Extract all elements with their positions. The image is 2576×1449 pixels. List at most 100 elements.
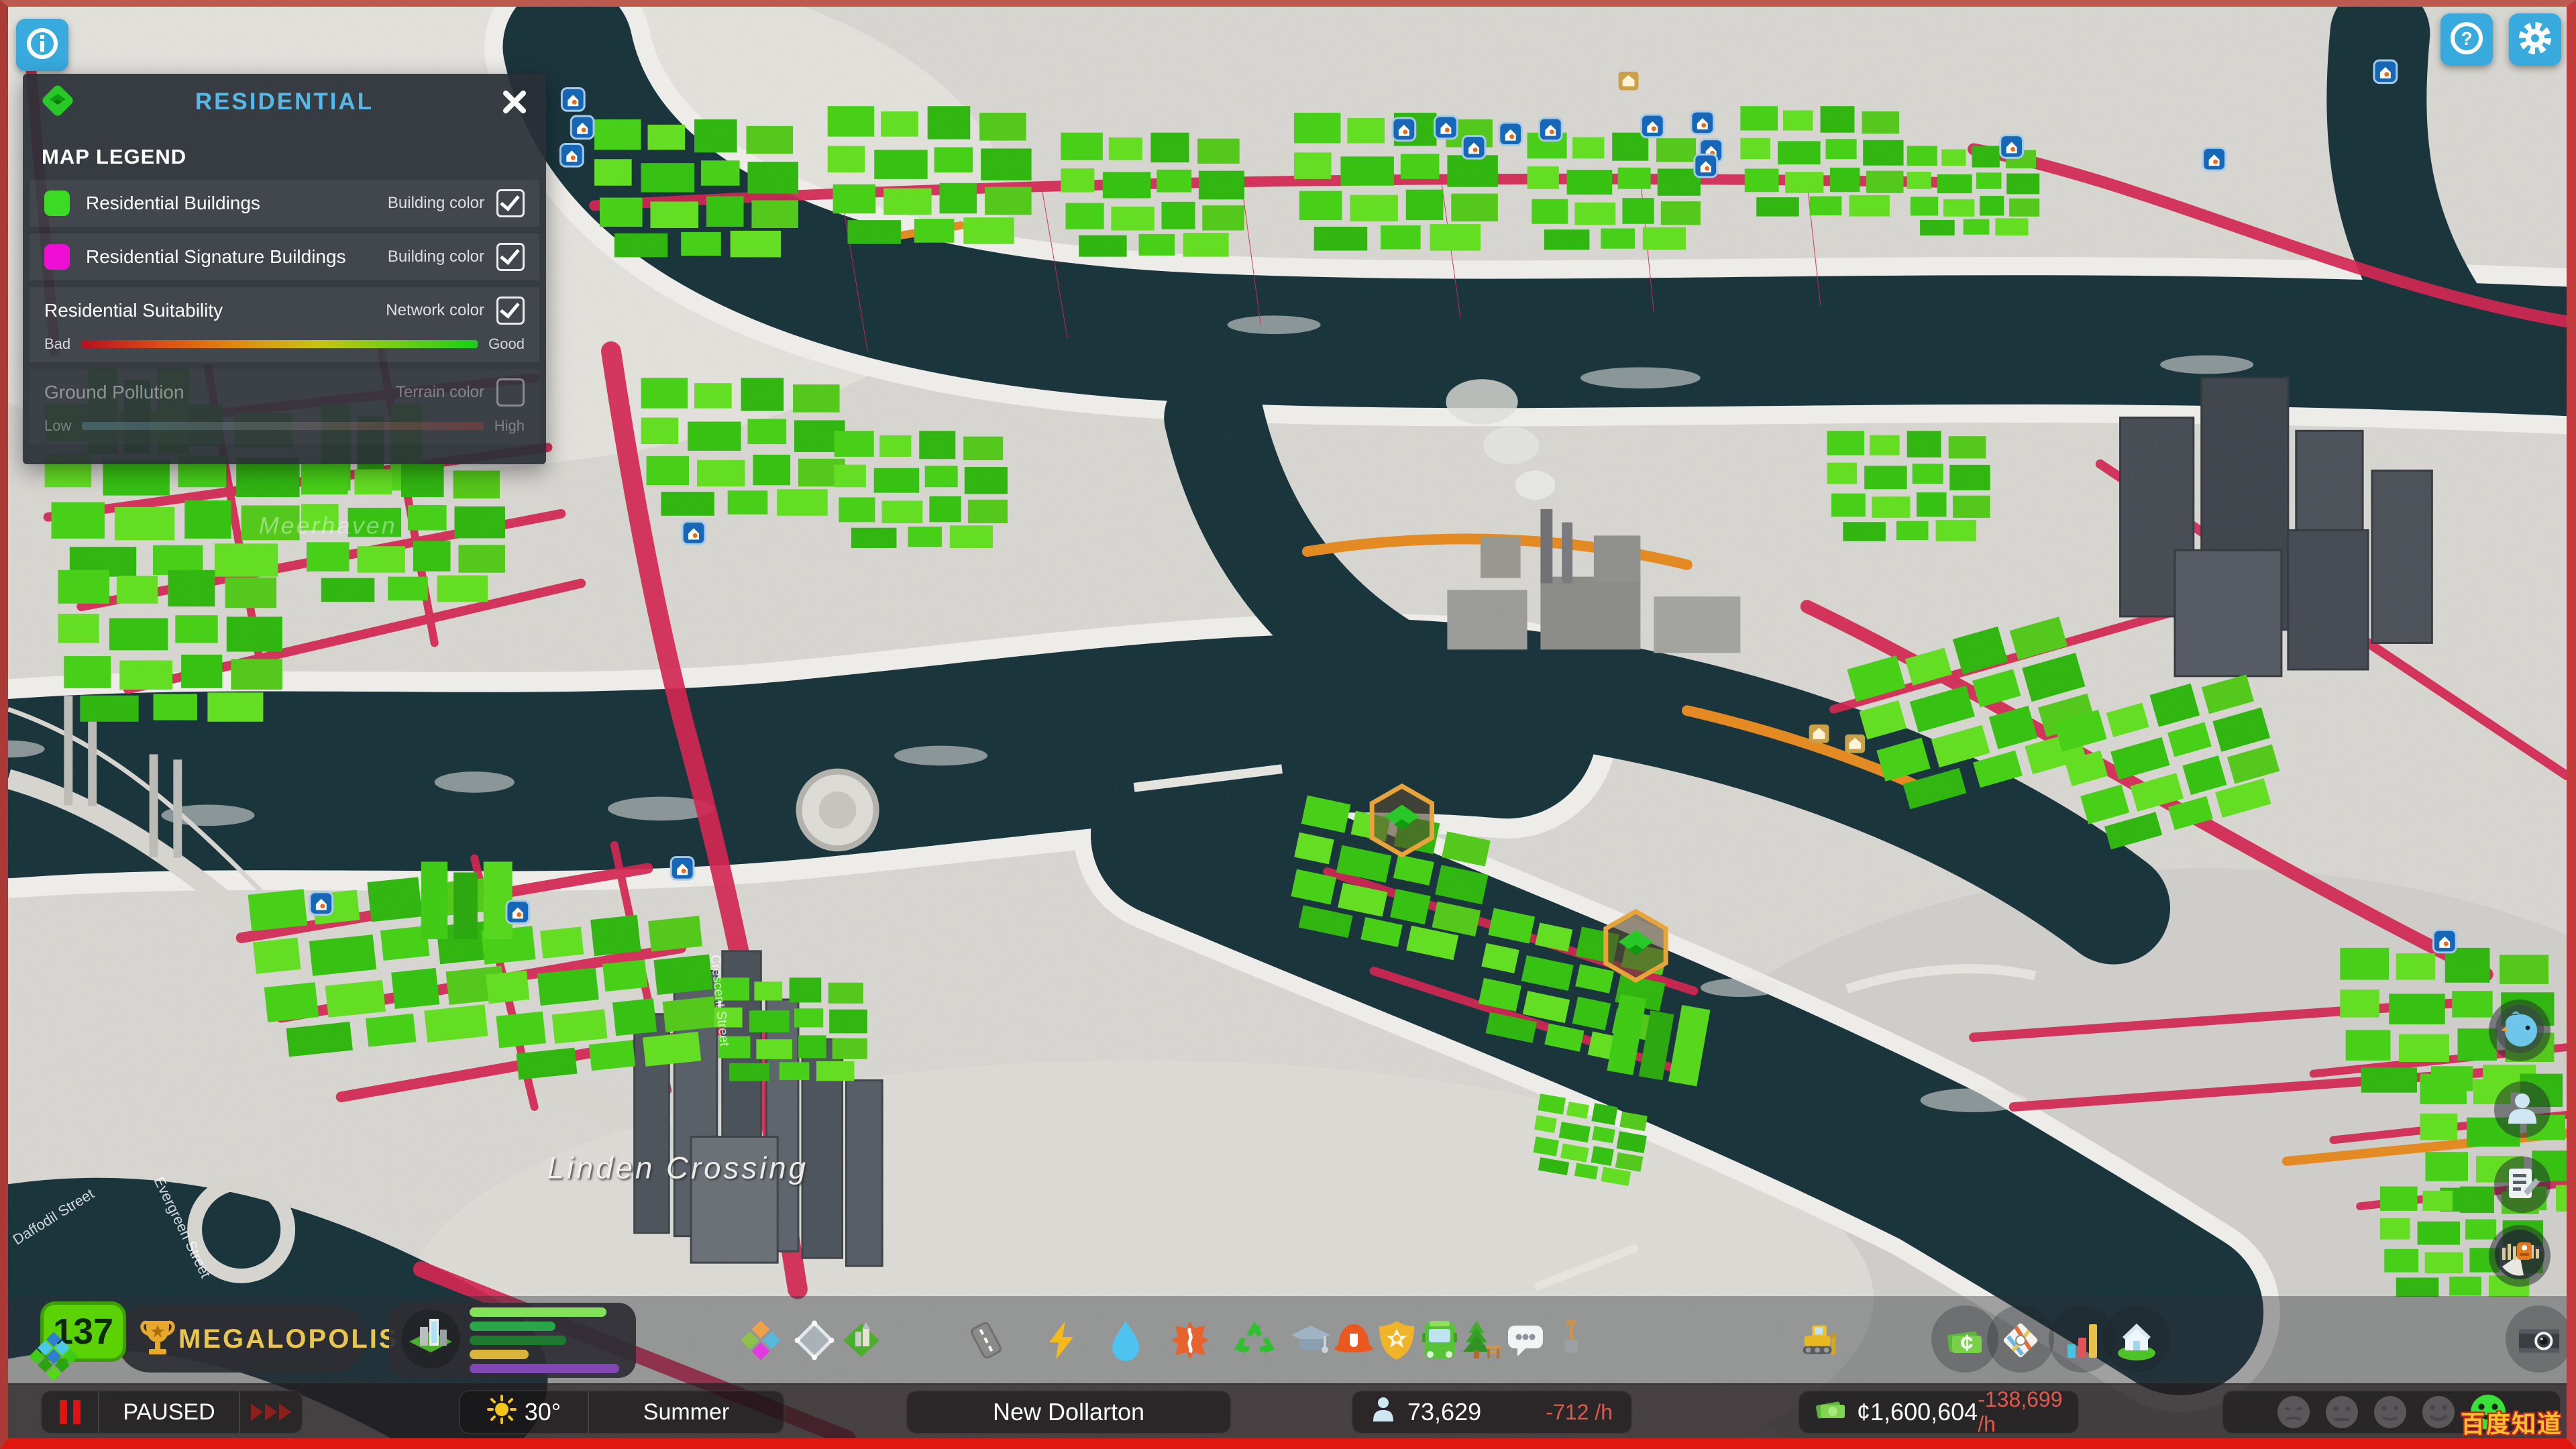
main-toolbar: 137 MEGALOPOLIS ¢ — [8, 1296, 2567, 1385]
district-label: Linden Crossing — [547, 1151, 808, 1185]
areas-icon — [794, 1320, 835, 1360]
journal-icon — [2504, 1165, 2541, 1205]
tool-statistics[interactable] — [2061, 1319, 2104, 1362]
roads-icon — [970, 1322, 1002, 1359]
tool-roads[interactable] — [965, 1319, 1008, 1362]
info-icon — [25, 26, 60, 64]
chat-bubble-icon — [1508, 1326, 1543, 1356]
tool-communications[interactable] — [1504, 1319, 1547, 1362]
legend-checkbox[interactable] — [496, 378, 525, 407]
city-info-house-icon — [2118, 1324, 2155, 1360]
tool-fire-rescue[interactable] — [1332, 1319, 1375, 1362]
population-widget[interactable]: 73,629 -712 /h — [1351, 1390, 1633, 1434]
milestone-name: MEGALOPOLIS — [178, 1324, 399, 1354]
legend-row-ground-pollution: Ground Pollution Terrain color Low High — [30, 369, 539, 444]
close-button[interactable] — [499, 87, 530, 117]
fire-helmet-icon — [1334, 1324, 1373, 1352]
tool-water-sewage[interactable] — [1104, 1319, 1147, 1362]
tool-map-info-views[interactable] — [1999, 1319, 2042, 1362]
legend-row-residential-buildings: Residential Buildings Building color — [30, 180, 539, 227]
color-swatch — [44, 244, 70, 270]
tool-electricity[interactable] — [1040, 1319, 1083, 1362]
city-name-pill[interactable]: New Dollarton — [906, 1390, 1232, 1434]
shovel-icon — [1564, 1320, 1578, 1354]
chirper-button[interactable] — [2489, 1000, 2551, 1061]
legend-checkbox[interactable] — [496, 243, 525, 271]
legend-label: Residential Buildings — [86, 193, 260, 213]
electricity-icon — [1049, 1321, 1073, 1360]
status-bar: PAUSED 30° Summer New Dollarton 73,629 -… — [8, 1383, 2567, 1438]
happiness-face-3 — [2374, 1396, 2406, 1428]
help-button[interactable]: ? — [2440, 13, 2493, 66]
simulation-speed-control: PAUSED — [40, 1390, 303, 1434]
settings-button[interactable] — [2509, 13, 2561, 66]
tool-signature-buildings[interactable] — [840, 1319, 883, 1362]
money-value: ¢1,600,604 — [1857, 1398, 1978, 1426]
fast-forward-button[interactable] — [240, 1391, 302, 1433]
panel-header: RESIDENTIAL — [23, 74, 546, 130]
happiness-face-4 — [2422, 1396, 2455, 1428]
trophy-icon — [137, 1316, 178, 1363]
svg-text:?: ? — [2461, 28, 2472, 49]
legend-mode-label: Building color — [387, 248, 484, 266]
park-tree-icon — [1463, 1321, 1501, 1358]
tool-parks-recreation[interactable] — [1461, 1319, 1504, 1362]
legend-row-signature-buildings: Residential Signature Buildings Building… — [30, 233, 539, 280]
tool-photo-mode[interactable] — [2518, 1319, 2561, 1362]
season-label: Summer — [643, 1399, 730, 1425]
tool-healthcare[interactable] — [1169, 1319, 1212, 1362]
statistics-icon — [2068, 1324, 2097, 1358]
legend-label: Residential Signature Buildings — [86, 246, 346, 267]
graduation-cap-icon — [1291, 1326, 1330, 1353]
radio-button[interactable] — [2489, 1225, 2551, 1287]
tool-landscaping[interactable] — [1550, 1319, 1593, 1362]
banknote-icon — [1815, 1398, 1846, 1427]
map-views-icon — [2003, 1323, 2038, 1358]
journal-button[interactable] — [2494, 1157, 2551, 1213]
signature-buildings-icon — [843, 1322, 879, 1357]
tool-zoning[interactable] — [739, 1319, 782, 1362]
medical-star-icon — [1171, 1322, 1209, 1359]
tool-areas[interactable] — [793, 1319, 836, 1362]
watermark: 百度知道 — [2460, 1410, 2563, 1438]
city-name: New Dollarton — [992, 1398, 1145, 1426]
legend-mode-label: Terrain color — [395, 383, 484, 401]
legend-checkbox[interactable] — [496, 297, 525, 325]
pollution-gradient-bar — [82, 422, 484, 430]
scale-max-label: High — [494, 417, 525, 434]
panel-title: RESIDENTIAL — [195, 89, 374, 115]
scale-min-label: Bad — [44, 335, 71, 352]
tool-garbage[interactable] — [1233, 1319, 1276, 1362]
legend-mode-label: Network color — [386, 301, 484, 319]
happiness-face-1 — [2277, 1396, 2310, 1428]
tool-economy[interactable]: ¢ — [1943, 1319, 1986, 1362]
tool-city-information[interactable] — [2115, 1319, 2158, 1362]
info-button[interactable] — [16, 19, 68, 71]
tool-transportation[interactable] — [1418, 1319, 1461, 1362]
police-shield-icon — [1379, 1321, 1414, 1360]
temperature-value: 30° — [524, 1398, 561, 1426]
radio-icon — [2493, 1228, 2546, 1285]
money-widget[interactable]: ¢1,600,604 -138,699 /h — [1798, 1387, 2080, 1436]
tool-bulldozer[interactable] — [1798, 1319, 1841, 1362]
pause-button[interactable] — [42, 1391, 98, 1433]
legend-row-suitability: Residential Suitability Network color Ba… — [30, 287, 539, 362]
map-legend-heading: MAP LEGEND — [42, 145, 187, 168]
population-value: 73,629 — [1407, 1398, 1482, 1426]
citizen-icon — [2503, 1089, 2542, 1131]
citizen-panel-button[interactable] — [2494, 1081, 2551, 1138]
milestone-pill[interactable]: MEGALOPOLIS — [117, 1305, 397, 1373]
camera-icon — [2518, 1329, 2560, 1353]
xp-bars — [470, 1307, 625, 1373]
xp-progress-panel[interactable] — [389, 1303, 636, 1378]
fast-forward-icon — [251, 1403, 291, 1421]
legend-label: Residential Suitability — [44, 300, 223, 321]
tool-education[interactable] — [1289, 1319, 1332, 1362]
scale-min-label: Low — [44, 417, 72, 434]
pause-icon — [59, 1400, 80, 1424]
economy-money-icon: ¢ — [1947, 1330, 1982, 1356]
tool-police[interactable] — [1375, 1319, 1418, 1362]
weather-season-widget[interactable]: 30° Summer — [459, 1390, 785, 1434]
city-diamond-icon — [400, 1308, 462, 1373]
legend-checkbox[interactable] — [496, 189, 525, 217]
